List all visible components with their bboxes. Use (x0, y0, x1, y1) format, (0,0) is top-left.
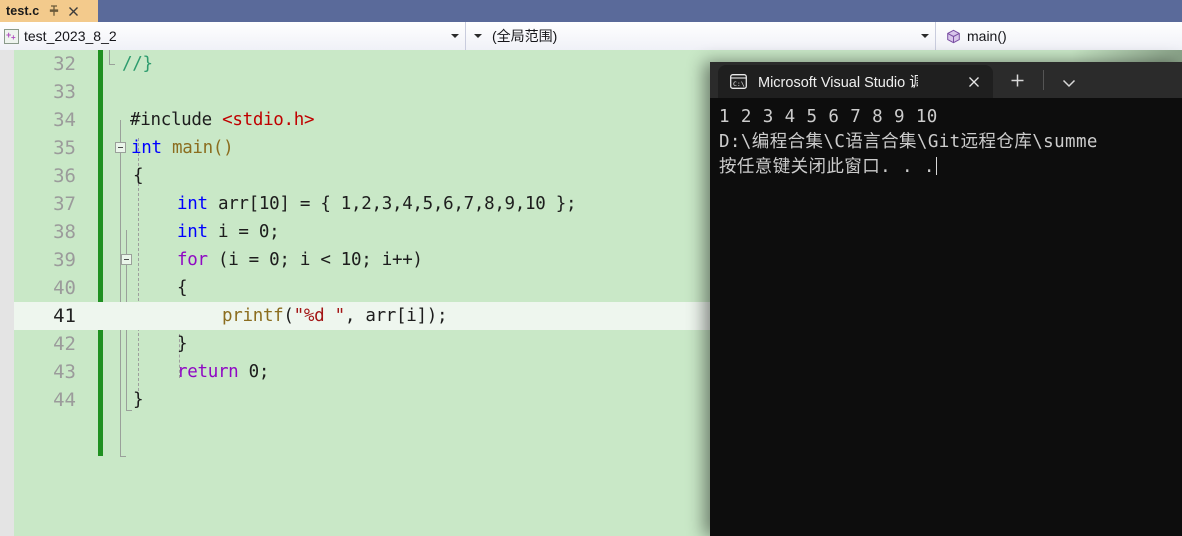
cpp-project-icon: + + (4, 28, 19, 44)
line-code: for (i = 0; i < 10; i++) (177, 246, 423, 274)
line-code: return 0; (177, 358, 269, 386)
toolbar-separator (1043, 70, 1044, 90)
for-clause: (i = 0; i < 10; i++) (207, 250, 423, 270)
line-code: } (177, 334, 188, 354)
line-code: int arr[10] = { 1,2,3,4,5,6,7,8,9,10 }; (177, 190, 577, 218)
line-number: 42 (53, 333, 76, 355)
console-output-line: 1 2 3 4 5 6 7 8 9 10 (719, 107, 938, 127)
member-selector[interactable]: main() (936, 22, 1182, 50)
console-tab[interactable]: C:\ Microsoft Visual Studio 调试控 (718, 65, 993, 98)
outline-guide-main-end (120, 456, 126, 457)
line-number: 36 (53, 165, 76, 187)
close-icon[interactable] (67, 5, 80, 18)
line-number: 34 (53, 109, 76, 131)
line-code: #include <stdio.h> (130, 106, 315, 134)
line-number: 37 (53, 193, 76, 215)
app-window: test.c + + test_2023_8_2 (全局范围) main() 3… (0, 0, 1182, 536)
document-tab-label: test.c (6, 4, 40, 18)
line-code: } (133, 390, 144, 410)
line-code: { (133, 166, 144, 186)
keyword: int (177, 222, 208, 242)
line-number: 41 (53, 305, 76, 327)
line-code: printf("%d ", arr[i]); (222, 302, 448, 330)
pin-icon[interactable] (47, 4, 61, 18)
paren: ( (283, 306, 294, 326)
keyword: int (131, 138, 162, 158)
console-window[interactable]: C:\ Microsoft Visual Studio 调试控 (710, 62, 1182, 536)
editor-left-margin (0, 50, 14, 536)
text-caret (935, 157, 938, 175)
line-code: int i = 0; (177, 218, 280, 246)
preprocessor-directive: #include (130, 110, 223, 130)
cmd-prompt-icon: C:\ (730, 74, 747, 89)
console-tab-title: Microsoft Visual Studio 调试控 (758, 75, 918, 91)
console-title-bar[interactable]: C:\ Microsoft Visual Studio 调试控 (710, 62, 1182, 98)
chevron-down-icon[interactable] (451, 34, 459, 38)
scope-selector[interactable]: (全局范围) (466, 22, 936, 50)
project-selector-value: test_2023_8_2 (24, 28, 117, 44)
method-cube-icon (946, 29, 961, 44)
line-number: 43 (53, 361, 76, 383)
plus-icon[interactable] (1010, 73, 1025, 88)
line-code: int main() (131, 134, 234, 162)
document-tab-test-c[interactable]: test.c (0, 0, 98, 22)
function-name: main() (161, 138, 234, 158)
line-number: 44 (53, 389, 76, 411)
member-selector-value: main() (967, 28, 1007, 44)
document-tab-strip: test.c (0, 0, 1182, 22)
keyword: int (177, 194, 208, 214)
navigation-bar: + + test_2023_8_2 (全局范围) main() (0, 22, 1182, 50)
line-number: 33 (53, 81, 76, 103)
line-code: //} (122, 54, 153, 74)
line-number: 35 (53, 137, 76, 159)
scope-selector-value: (全局范围) (492, 28, 558, 44)
line-number: 32 (53, 53, 76, 75)
chevron-down-icon[interactable] (1062, 75, 1076, 88)
chevron-down-icon[interactable] (921, 34, 929, 38)
chevron-down-icon[interactable] (474, 34, 482, 38)
control-keyword: for (177, 250, 208, 270)
console-output-line: D:\编程合集\C语言合集\Git远程仓库\summe (719, 132, 1098, 152)
line-number: 40 (53, 277, 76, 299)
close-icon[interactable] (967, 75, 981, 89)
line-code: { (177, 278, 188, 298)
string-literal: "%d " (293, 306, 345, 326)
console-prompt-text: 按任意键关闭此窗口. . . (719, 157, 935, 177)
include-header: <stdio.h> (222, 110, 315, 130)
call-args: , arr[i]); (344, 306, 448, 326)
return-value: 0; (238, 362, 270, 382)
console-output[interactable]: 1 2 3 4 5 6 7 8 9 10 D:\编程合集\C语言合集\Git远程… (710, 98, 1182, 536)
declaration: arr[10] = { 1,2,3,4,5,6,7,8,9,10 }; (207, 194, 577, 214)
declaration: i = 0; (207, 222, 280, 242)
line-number: 39 (53, 249, 76, 271)
project-selector[interactable]: + + test_2023_8_2 (0, 22, 466, 50)
function-name: printf (222, 306, 284, 326)
console-output-line-with-caret: 按任意键关闭此窗口. . . (719, 155, 1182, 180)
line-number: 38 (53, 221, 76, 243)
svg-text:C:\: C:\ (733, 80, 745, 88)
control-keyword: return (177, 362, 239, 382)
